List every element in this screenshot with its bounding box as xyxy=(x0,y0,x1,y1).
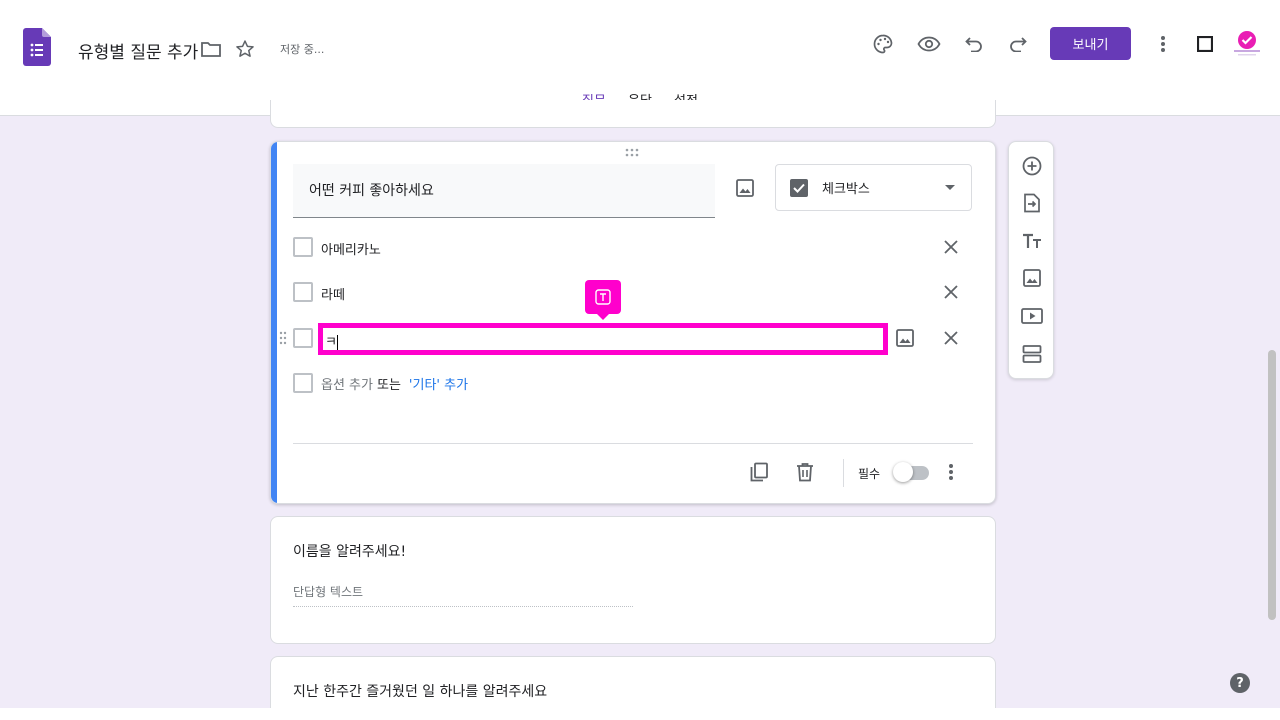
option-edit-input[interactable]: ㅋ xyxy=(318,323,888,355)
forms-logo-icon[interactable] xyxy=(23,28,51,66)
add-option-row: 옵션 추가 또는 '기타' 추가 xyxy=(321,374,468,393)
palette-icon[interactable] xyxy=(871,32,895,56)
option-label-americano[interactable]: 아메리카노 xyxy=(321,239,381,258)
drag-handle-icon[interactable] xyxy=(625,148,641,158)
star-icon[interactable] xyxy=(234,38,256,60)
delete-icon[interactable] xyxy=(793,460,817,484)
add-option-link[interactable]: 옵션 추가 xyxy=(321,378,373,393)
document-title[interactable]: 유형별 질문 추가 xyxy=(78,38,198,63)
or-text: 또는 xyxy=(376,378,401,393)
active-question-card[interactable]: 어떤 커피 좋아하세요 체크박스 아메리카노 라떼 ㅋ 옵션 추가 또는 '기타' … xyxy=(270,141,996,504)
undo-icon[interactable] xyxy=(962,32,986,56)
option-drag-handle-icon[interactable] xyxy=(279,331,287,345)
scrollbar-thumb[interactable] xyxy=(1268,350,1276,620)
help-icon[interactable]: ? xyxy=(1230,673,1250,693)
card-footer-divider xyxy=(293,443,973,444)
question-title: 이름을 알려주세요! xyxy=(293,544,407,560)
redo-icon[interactable] xyxy=(1006,32,1030,56)
previous-question-card[interactable] xyxy=(270,100,996,128)
text-tool-tooltip xyxy=(585,280,621,320)
option-image-icon[interactable] xyxy=(893,326,917,350)
duplicate-icon[interactable] xyxy=(747,460,771,484)
add-image-tool-icon[interactable] xyxy=(1020,266,1044,290)
text-tool-icon xyxy=(595,289,611,305)
remove-option-icon[interactable] xyxy=(939,235,963,259)
question-card-following[interactable]: 지난 한주간 즐거웠던 일 하나를 알려주세요 xyxy=(270,656,996,716)
question-type-dropdown[interactable]: 체크박스 xyxy=(775,164,972,211)
option-checkbox xyxy=(293,237,313,257)
required-label: 필수 xyxy=(858,467,881,481)
footer-vertical-divider xyxy=(843,459,844,487)
bottom-edge xyxy=(0,708,1280,720)
option-edit-value: ㅋ xyxy=(325,335,337,350)
short-answer-placeholder: 단답형 텍스트 xyxy=(293,583,633,607)
question-title: 지난 한주간 즐거웠던 일 하나를 알려주세요 xyxy=(293,684,548,700)
add-video-icon[interactable] xyxy=(1020,304,1044,328)
active-indicator-bar xyxy=(271,142,277,503)
page-scrollbar[interactable] xyxy=(1266,116,1278,710)
more-vert-icon[interactable] xyxy=(1151,32,1175,56)
question-type-label: 체크박스 xyxy=(822,182,870,197)
text-caret xyxy=(336,335,338,350)
avatar[interactable] xyxy=(1232,28,1262,58)
toggle-knob xyxy=(893,462,913,482)
dropdown-arrow-icon xyxy=(945,185,955,190)
option-checkbox xyxy=(293,282,313,302)
more-options-icon[interactable] xyxy=(939,460,963,484)
saving-status: 저장 중... xyxy=(280,43,325,56)
remove-option-icon[interactable] xyxy=(939,326,963,350)
folder-icon[interactable] xyxy=(200,38,222,60)
preview-eye-icon[interactable] xyxy=(916,32,942,56)
add-question-icon[interactable] xyxy=(1020,154,1044,178)
app-header: 유형별 질문 추가 저장 중... 보내기 질문 응답 설정 xyxy=(0,0,1280,116)
import-questions-icon[interactable] xyxy=(1020,191,1044,215)
add-other-link[interactable]: '기타' 추가 xyxy=(409,378,468,393)
option-checkbox xyxy=(293,373,313,393)
option-checkbox xyxy=(293,328,313,348)
checkbox-checked-icon xyxy=(790,178,808,197)
option-label-latte[interactable]: 라떼 xyxy=(321,284,345,303)
question-title-input[interactable]: 어떤 커피 좋아하세요 xyxy=(293,164,715,218)
floating-toolbar xyxy=(1008,141,1054,379)
remove-option-icon[interactable] xyxy=(939,280,963,304)
add-section-icon[interactable] xyxy=(1020,342,1044,366)
add-title-icon[interactable] xyxy=(1020,229,1044,253)
send-button[interactable]: 보내기 xyxy=(1050,27,1131,60)
required-toggle[interactable] xyxy=(893,462,929,482)
question-card-name[interactable]: 이름을 알려주세요! 단답형 텍스트 xyxy=(270,516,996,644)
add-image-icon[interactable] xyxy=(733,176,757,200)
square-icon[interactable] xyxy=(1193,32,1217,56)
